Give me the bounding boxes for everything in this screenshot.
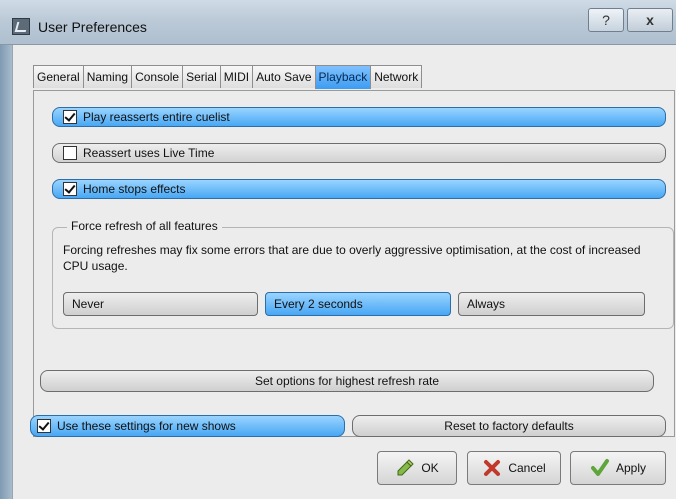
tab-midi[interactable]: MIDI — [219, 65, 254, 88]
checkmark-icon — [590, 459, 609, 476]
group-description: Forcing refreshes may fix some errors th… — [63, 243, 641, 273]
refresh-never-button[interactable]: Never — [63, 292, 258, 316]
tab-naming[interactable]: Naming — [82, 65, 133, 88]
pencil-check-icon — [397, 459, 415, 476]
checkbox-reassert-live-time[interactable] — [63, 146, 77, 160]
close-button[interactable]: x — [627, 8, 673, 32]
group-legend: Force refresh of all features — [67, 219, 222, 233]
refresh-always-button[interactable]: Always — [458, 292, 645, 316]
ok-label: OK — [421, 461, 439, 475]
checkbox-play-reasserts[interactable] — [63, 110, 77, 124]
tab-auto-save[interactable]: Auto Save — [252, 65, 316, 88]
use-settings-option[interactable]: Use these settings for new shows — [30, 415, 345, 437]
checkbox-use-settings[interactable] — [37, 419, 51, 433]
option-home-stops-effects[interactable]: Home stops effects — [52, 179, 666, 199]
option-label: Play reasserts entire cuelist — [83, 110, 230, 124]
tab-serial[interactable]: Serial — [182, 65, 221, 88]
apply-button[interactable]: Apply — [570, 451, 666, 485]
tab-playback[interactable]: Playback — [314, 65, 372, 89]
reset-defaults-button[interactable]: Reset to factory defaults — [352, 415, 666, 437]
refresh-every-2-seconds-button[interactable]: Every 2 seconds — [265, 292, 451, 316]
option-reassert-live-time[interactable]: Reassert uses Live Time — [52, 143, 666, 163]
refresh-group: Force refresh of all features Forcing re… — [52, 219, 674, 329]
tab-bar: General Naming Console Serial MIDI Auto … — [33, 65, 423, 89]
help-button[interactable]: ? — [588, 8, 624, 32]
app-icon — [12, 18, 30, 35]
option-label: Home stops effects — [83, 182, 186, 196]
highest-refresh-button[interactable]: Set options for highest refresh rate — [40, 370, 654, 392]
option-play-reasserts[interactable]: Play reasserts entire cuelist — [52, 107, 666, 127]
tab-network[interactable]: Network — [370, 65, 423, 88]
cancel-button[interactable]: Cancel — [467, 451, 561, 485]
tab-general[interactable]: General — [33, 65, 84, 88]
window-title: User Preferences — [38, 19, 147, 35]
checkbox-home-stops-effects[interactable] — [63, 182, 77, 196]
x-icon — [484, 460, 501, 476]
window-edge — [0, 45, 12, 499]
tab-console[interactable]: Console — [131, 65, 184, 88]
ok-button[interactable]: OK — [377, 451, 457, 485]
option-label: Reassert uses Live Time — [83, 146, 215, 160]
apply-label: Apply — [615, 461, 647, 475]
use-settings-label: Use these settings for new shows — [57, 419, 236, 433]
cancel-label: Cancel — [508, 461, 546, 475]
title-bar: User Preferences ? x — [0, 0, 676, 45]
